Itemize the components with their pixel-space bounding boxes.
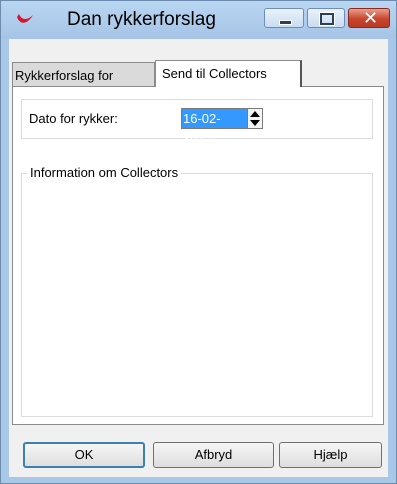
spin-down-icon[interactable] — [250, 120, 260, 126]
date-spinner[interactable] — [247, 109, 262, 128]
maximize-button[interactable] — [307, 8, 345, 28]
spin-up-icon[interactable] — [250, 111, 260, 117]
cancel-button[interactable]: Afbryd — [153, 442, 274, 468]
close-icon: ✕ — [363, 8, 379, 29]
collectors-info-group: Information om Collectors — [21, 165, 373, 417]
close-button[interactable]: ✕ — [348, 8, 390, 29]
date-picker[interactable]: 16-02-2015 — [181, 108, 263, 145]
window-title: Dan rykkerforslag — [67, 9, 216, 30]
date-label: Dato for rykker: — [29, 111, 118, 126]
ok-button[interactable]: OK — [23, 442, 145, 468]
red-swoosh-icon — [17, 14, 33, 23]
dialog-client-area: Rykkerforslag for Send til Collectors Da… — [9, 39, 388, 477]
maximize-icon — [320, 13, 334, 25]
title-bar[interactable]: Dan rykkerforslag ✕ — [1, 1, 396, 39]
tab-send-til-collectors[interactable]: Send til Collectors — [155, 60, 302, 87]
tab-panel: Dato for rykker: 16-02-2015 Information … — [12, 86, 384, 425]
collectors-info-legend: Information om Collectors — [27, 165, 182, 180]
date-input[interactable]: 16-02-2015 — [182, 109, 249, 145]
date-group: Dato for rykker: 16-02-2015 — [21, 99, 373, 145]
tab-rykkerforslag[interactable]: Rykkerforslag for — [12, 62, 155, 86]
dialog-window: Dan rykkerforslag ✕ Rykkerforslag for Se… — [0, 0, 397, 484]
minimize-button[interactable] — [264, 8, 304, 28]
help-button[interactable]: Hjælp — [279, 442, 382, 468]
minimize-icon — [279, 20, 292, 25]
